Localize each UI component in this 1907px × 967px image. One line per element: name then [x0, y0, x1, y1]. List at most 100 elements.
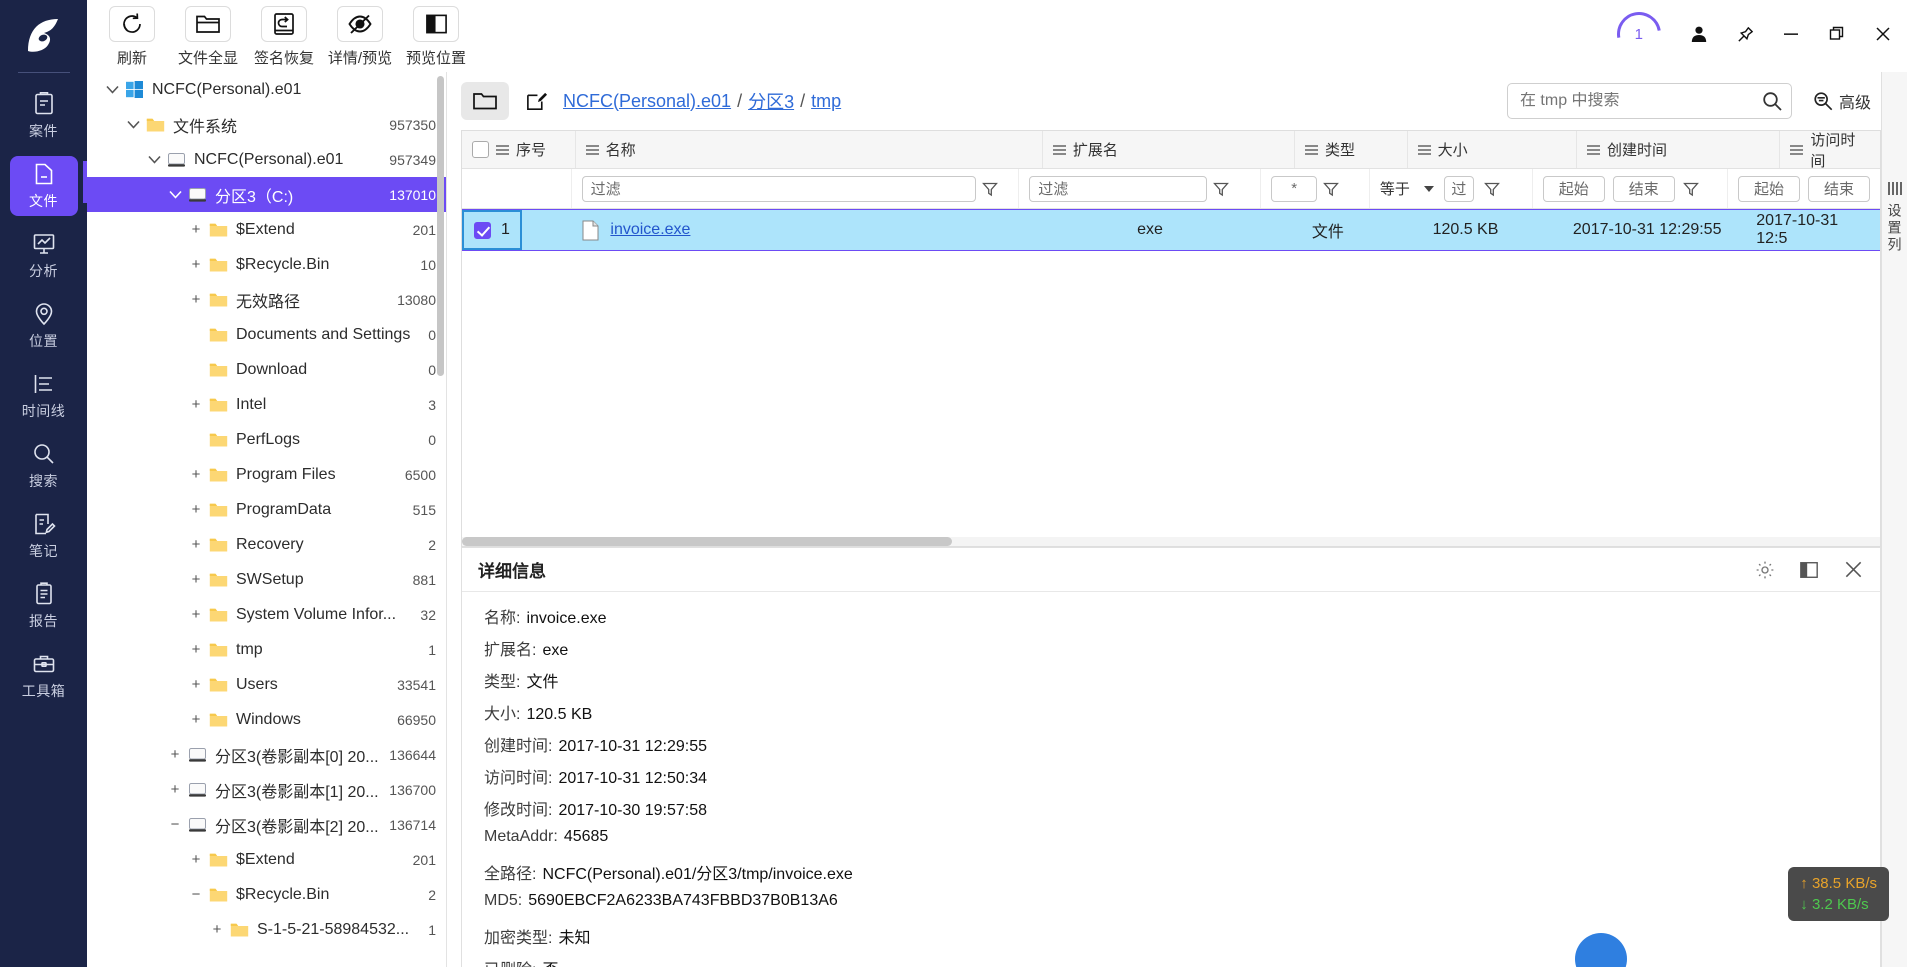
split-pane-icon[interactable] [413, 6, 459, 42]
sidebar-item-8[interactable]: 报告 [10, 576, 78, 636]
filter-atime[interactable]: 起始 结束 [1728, 169, 1880, 208]
filter-funnel-icon[interactable] [1682, 181, 1699, 197]
filter-size-operator[interactable]: 等于 [1380, 178, 1434, 199]
column-header-name[interactable]: 名称 [576, 131, 1043, 168]
tree-twisty-icon[interactable]: + [185, 291, 207, 308]
tree-item-22[interactable]: − 分区3(卷影副本[2] 20... 136714 [87, 807, 446, 842]
table-row[interactable]: 1 invoice.exe exe 文件 120.5 KB 2017-10-31… [462, 209, 1880, 251]
task-progress-spinner[interactable]: 1 [1608, 3, 1670, 65]
tree-item-14[interactable]: + Recovery 2 [87, 527, 446, 562]
filter-ctime-start[interactable]: 起始 [1542, 175, 1605, 202]
filter-funnel-icon[interactable] [1213, 181, 1230, 197]
toolbar-button-1[interactable]: 刷新 [101, 6, 163, 68]
tree-item-5[interactable]: + $Extend 201 [87, 212, 446, 247]
row-seq-cell[interactable]: 1 [462, 210, 522, 250]
tree-twisty-icon[interactable]: + [185, 501, 207, 518]
column-menu-icon[interactable] [1304, 144, 1318, 155]
sidebar-item-9[interactable]: 工具箱 [10, 646, 78, 706]
row-name-value[interactable]: invoice.exe [610, 221, 690, 239]
search-icon[interactable] [1761, 90, 1783, 112]
column-header-seq[interactable]: 序号 [462, 131, 576, 168]
sidebar-item-3[interactable]: 分析 [10, 226, 78, 286]
tree-item-1[interactable]: NCFC(Personal).e01 [87, 72, 446, 107]
row-checkbox[interactable] [474, 221, 491, 239]
column-menu-icon[interactable] [1052, 144, 1066, 155]
tree-twisty-icon[interactable]: − [164, 816, 186, 833]
column-menu-icon[interactable] [1790, 144, 1804, 155]
tree-item-18[interactable]: + Users 33541 [87, 667, 446, 702]
filter-name[interactable]: 过滤 [572, 169, 1020, 208]
tree-item-20[interactable]: + 分区3(卷影副本[0] 20... 136644 [87, 737, 446, 772]
column-menu-icon[interactable] [585, 144, 599, 155]
tree-item-3[interactable]: NCFC(Personal).e01 957349 [87, 142, 446, 177]
panel-toggle-icon[interactable] [1798, 559, 1820, 581]
tree-twisty-icon[interactable] [122, 120, 144, 129]
folder-view-button[interactable] [461, 82, 509, 120]
sidebar-item-1[interactable]: 案件 [10, 86, 78, 146]
column-header-type[interactable]: 类型 [1295, 131, 1408, 168]
sidebar-item-7[interactable]: 笔记 [10, 506, 78, 566]
tree-item-10[interactable]: + Intel 3 [87, 387, 446, 422]
row-name-cell[interactable]: invoice.exe [572, 210, 1027, 250]
gear-icon[interactable] [1754, 559, 1776, 581]
tree-item-4[interactable]: 分区3（C:) 137010 [87, 177, 446, 212]
filter-type[interactable]: * [1261, 169, 1370, 208]
filter-type-input[interactable]: * [1271, 175, 1318, 202]
filter-funnel-icon[interactable] [1323, 181, 1340, 197]
tree-twisty-icon[interactable]: + [185, 606, 207, 623]
minimize-icon[interactable] [1781, 24, 1801, 44]
tree-twisty-icon[interactable]: + [185, 536, 207, 553]
tree-item-9[interactable]: Download 0 [87, 352, 446, 387]
tree-item-7[interactable]: + 无效路径 13080 [87, 282, 446, 317]
tree-item-19[interactable]: + Windows 66950 [87, 702, 446, 737]
tree-twisty-icon[interactable]: + [185, 256, 207, 273]
tree-twisty-icon[interactable]: + [185, 221, 207, 238]
folder-icon[interactable] [185, 6, 231, 42]
tree-item-11[interactable]: PerfLogs 0 [87, 422, 446, 457]
filter-size-input[interactable]: 过 [1443, 175, 1474, 202]
sidebar-item-6[interactable]: 搜索 [10, 436, 78, 496]
tree-twisty-icon[interactable]: + [164, 781, 186, 798]
sidebar-item-4[interactable]: 位置 [10, 296, 78, 356]
tree-twisty-icon[interactable]: + [164, 746, 186, 763]
tree-item-15[interactable]: + SWSetup 881 [87, 562, 446, 597]
edit-path-icon[interactable] [519, 84, 553, 118]
tree-twisty-icon[interactable]: − [185, 886, 207, 903]
select-all-checkbox[interactable] [472, 141, 489, 158]
search-box[interactable] [1506, 83, 1792, 119]
column-settings-strip[interactable]: 设置列 [1881, 72, 1907, 967]
column-header-ctime[interactable]: 创建时间 [1577, 131, 1781, 168]
toolbar-button-3[interactable]: 签名恢复 [253, 6, 315, 68]
restore-icon[interactable] [1827, 24, 1847, 44]
search-input[interactable] [1519, 92, 1761, 110]
column-menu-icon[interactable] [1417, 144, 1431, 155]
tree-twisty-icon[interactable]: + [185, 571, 207, 588]
advanced-search-button[interactable]: 高级 [1812, 89, 1871, 113]
filesystem-tree[interactable]: NCFC(Personal).e01 文件系统 957350 NCFC(Persona… [87, 72, 447, 967]
breadcrumb[interactable]: NCFC(Personal).e01/分区3/tmp [563, 88, 1497, 114]
tree-twisty-icon[interactable]: + [185, 676, 207, 693]
signature-recover-icon[interactable] [261, 6, 307, 42]
tree-item-13[interactable]: + ProgramData 515 [87, 492, 446, 527]
tree-item-6[interactable]: + $Recycle.Bin 10 [87, 247, 446, 282]
tree-twisty-icon[interactable]: + [206, 921, 228, 938]
tree-twisty-icon[interactable]: + [185, 466, 207, 483]
refresh-icon[interactable] [109, 6, 155, 42]
toolbar-button-2[interactable]: 文件全显 [177, 6, 239, 68]
filter-funnel-icon[interactable] [1483, 181, 1500, 197]
tree-item-24[interactable]: − $Recycle.Bin 2 [87, 877, 446, 912]
tree-item-12[interactable]: + Program Files 6500 [87, 457, 446, 492]
filter-funnel-icon[interactable] [981, 181, 998, 197]
column-menu-icon[interactable] [496, 144, 509, 155]
tree-twisty-icon[interactable]: + [185, 396, 207, 413]
filter-ext[interactable]: 过滤 [1019, 169, 1262, 208]
pin-icon[interactable] [1735, 24, 1755, 44]
eye-off-icon[interactable] [337, 6, 383, 42]
sidebar-item-2[interactable]: 文件 [9, 156, 78, 216]
tree-twisty-icon[interactable] [143, 155, 165, 164]
tree-twisty-icon[interactable]: + [185, 851, 207, 868]
filter-name-input[interactable]: 过滤 [581, 175, 976, 202]
breadcrumb-item-3[interactable]: tmp [811, 91, 841, 112]
column-header-atime[interactable]: 访问时间 [1780, 131, 1880, 170]
column-header-ext[interactable]: 扩展名 [1043, 131, 1295, 168]
